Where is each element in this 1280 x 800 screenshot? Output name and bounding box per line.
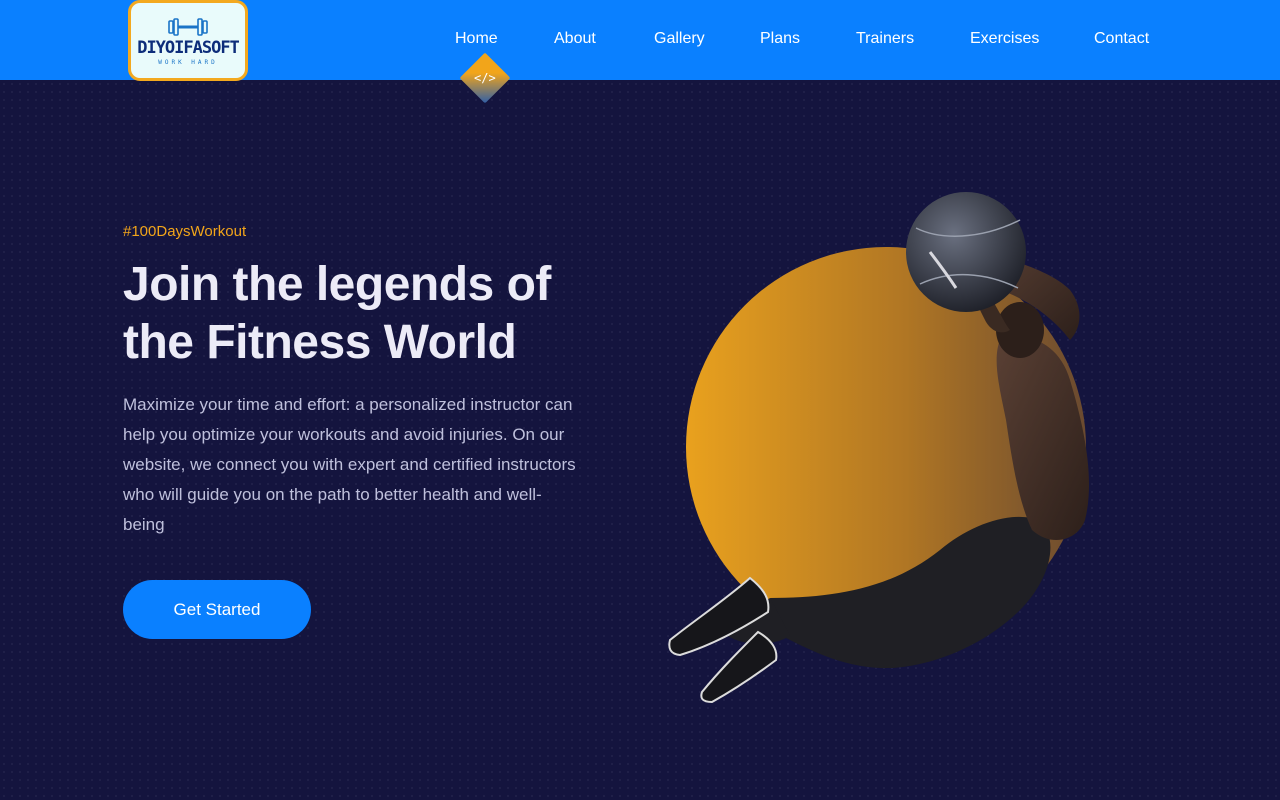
main-nav: Home About Gallery Plans Trainers Exerci… [0,0,1280,80]
medicine-ball [906,192,1026,312]
hero-title-line-1: Join the legends of [123,258,551,311]
get-started-button[interactable]: Get Started [123,580,311,639]
nav-plans[interactable]: Plans [760,30,800,48]
hero-image [668,192,1090,704]
nav-exercises[interactable]: Exercises [970,30,1039,48]
nav-trainers[interactable]: Trainers [856,30,914,48]
hero-description: Maximize your time and effort: a persona… [123,395,576,534]
site-header: DIYOIFASOFT WORK HARD Home About Gallery… [0,0,1280,81]
hero-title: Join the legends of the Fitness World [123,256,643,372]
hero-title-line-2: the Fitness World [123,316,517,369]
nav-contact[interactable]: Contact [1094,30,1149,48]
hero-tag: #100DaysWorkout [123,223,247,240]
code-icon: </> [474,71,496,85]
nav-about[interactable]: About [554,30,596,48]
nav-gallery[interactable]: Gallery [654,30,705,48]
nav-home[interactable]: Home [455,30,498,48]
